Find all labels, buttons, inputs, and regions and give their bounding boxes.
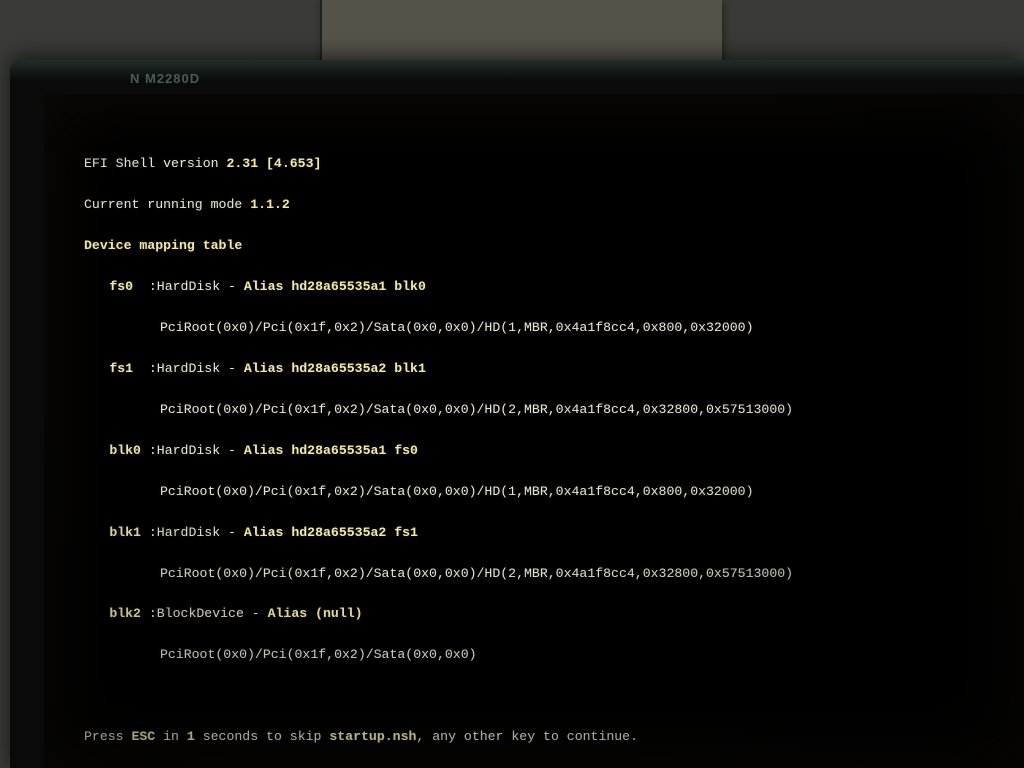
device-name: fs1 [109,361,133,376]
text: , any other key to continue. [416,729,638,744]
device-alias: hd28a65535a1 fs0 [291,443,418,458]
device-path: PciRoot(0x0)/Pci(0x1f,0x2)/Sata(0x0,0x0) [84,645,1014,665]
label-mode: Current running mode [84,197,250,212]
efi-shell-version-line: EFI Shell version 2.31 [4.653] [84,154,1014,174]
alias-word: Alias [244,525,291,540]
device-name: blk2 [109,606,141,621]
device-type: :HardDisk - [149,443,244,458]
value-shell-version: 2.31 [4.653] [226,156,321,171]
startup-file: startup.nsh [329,729,416,744]
alias-word: Alias [244,443,291,458]
text: Press [84,729,131,744]
device-row-blk1: blk1 :HardDisk - Alias hd28a65535a2 fs1 [84,523,1014,543]
device-row-fs1: fs1 :HardDisk - Alias hd28a65535a2 blk1 [84,359,1014,379]
countdown-seconds: 1 [187,729,195,744]
device-path: PciRoot(0x0)/Pci(0x1f,0x2)/Sata(0x0,0x0)… [84,482,1014,502]
device-mapping-header: Device mapping table [84,236,1014,256]
alias-word: Alias [268,606,315,621]
device-alias: hd28a65535a2 blk1 [291,361,426,376]
device-name: blk1 [109,525,141,540]
device-type: :HardDisk - [149,361,244,376]
alias-word: Alias [244,279,291,294]
monitor-screen-area: EFI Shell version 2.31 [4.653] Current r… [10,60,1024,768]
running-mode-line: Current running mode 1.1.2 [84,195,1014,215]
efi-shell-terminal[interactable]: EFI Shell version 2.31 [4.653] Current r… [44,94,1024,768]
device-row-blk2: blk2 :BlockDevice - Alias (null) [84,604,1014,624]
device-name: blk0 [109,443,141,458]
device-alias: hd28a65535a1 blk0 [291,279,426,294]
esc-key: ESC [131,729,155,744]
device-alias: (null) [315,606,362,621]
device-row-blk0: blk0 :HardDisk - Alias hd28a65535a1 fs0 [84,441,1014,461]
device-row-fs0: fs0 :HardDisk - Alias hd28a65535a1 blk0 [84,277,1014,297]
device-type: :BlockDevice - [149,606,268,621]
startup-skip-line: Press ESC in 1 seconds to skip startup.n… [84,727,1014,747]
device-type: :HardDisk - [149,279,244,294]
device-path: PciRoot(0x0)/Pci(0x1f,0x2)/Sata(0x0,0x0)… [84,400,1014,420]
text: seconds to skip [195,729,330,744]
text: in [155,729,187,744]
value-mode-version: 1.1.2 [250,197,290,212]
blank-line [84,686,1014,706]
device-path: PciRoot(0x0)/Pci(0x1f,0x2)/Sata(0x0,0x0)… [84,318,1014,338]
label-shell: EFI Shell version [84,156,226,171]
alias-word: Alias [244,361,291,376]
device-type: :HardDisk - [149,525,244,540]
device-path: PciRoot(0x0)/Pci(0x1f,0x2)/Sata(0x0,0x0)… [84,564,1014,584]
device-name: fs0 [109,279,133,294]
device-alias: hd28a65535a2 fs1 [291,525,418,540]
